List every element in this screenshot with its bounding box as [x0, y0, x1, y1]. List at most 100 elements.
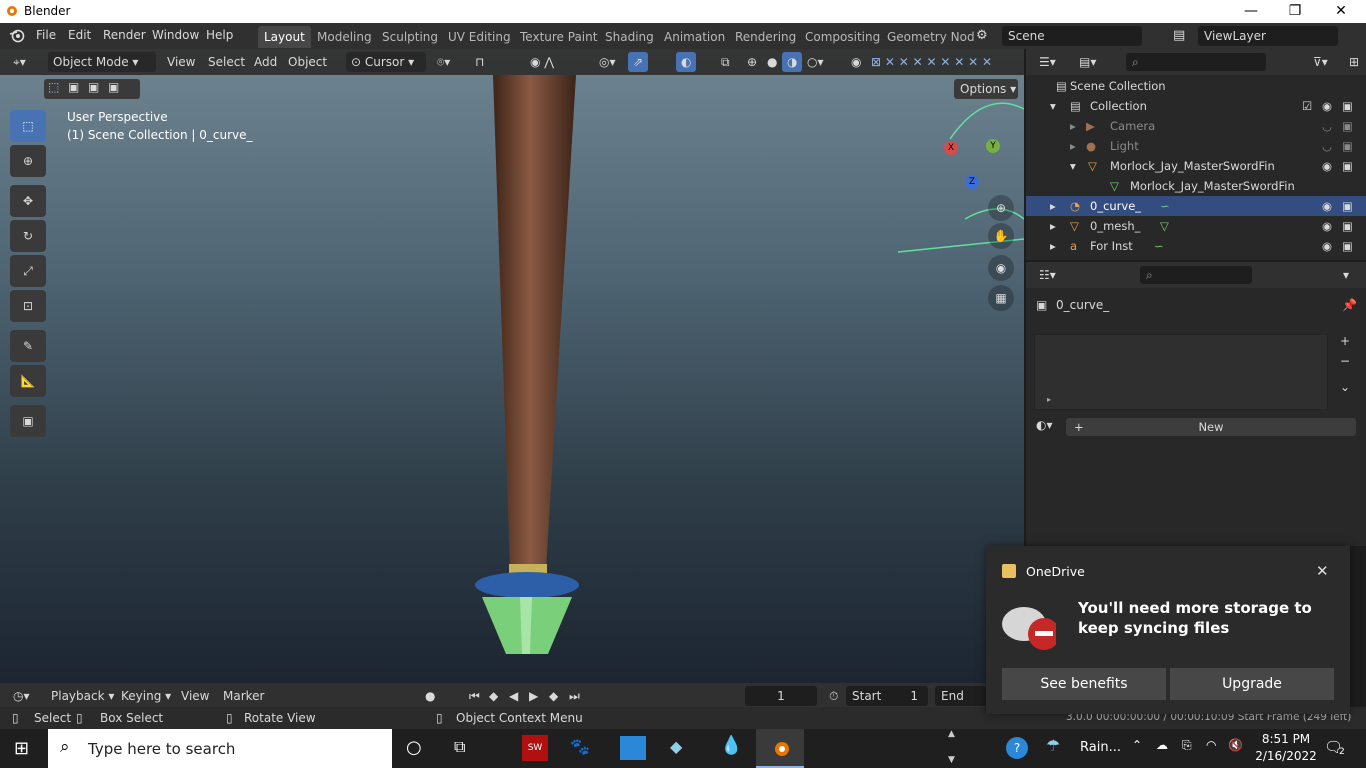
expand-arrow-icon[interactable]: ▾	[1070, 156, 1076, 176]
onedrive-tray-icon[interactable]: ☁	[1156, 738, 1168, 752]
tab-shading[interactable]: Shading	[599, 26, 660, 48]
outliner-row-mesh[interactable]: ▸ ▽ 0_mesh_ ▽ ◉ ▣	[1026, 216, 1366, 236]
pin-icon[interactable]: 📌	[1342, 298, 1357, 312]
scene-selector[interactable]: Scene	[1002, 26, 1142, 46]
marker-menu[interactable]: Marker	[218, 686, 269, 706]
outliner-editor-type-icon[interactable]: ☰▾	[1034, 52, 1061, 72]
camera-render-icon[interactable]: ▣	[1342, 96, 1353, 116]
menu-help[interactable]: Help	[206, 28, 233, 42]
camera-render-icon[interactable]: ▣	[1342, 196, 1353, 216]
remove-slot-icon[interactable]: −	[1340, 354, 1350, 368]
weather-icon[interactable]: ☂	[1046, 736, 1060, 755]
gizmo-axis-x[interactable]: X	[944, 141, 958, 155]
visibility-icon[interactable]: ◎▾	[594, 52, 621, 72]
zoom-icon[interactable]: ⊕	[988, 195, 1014, 221]
outliner-row-for-inst[interactable]: ▸ a For Inst ∽ ◉ ▣	[1026, 236, 1366, 256]
play-icon[interactable]: ▶	[524, 686, 543, 706]
paint-icon[interactable]: 💧	[720, 735, 742, 756]
wifi-icon[interactable]: ◠	[1206, 738, 1216, 752]
proportional-edit-icon[interactable]: ◉ ⋀	[525, 52, 559, 72]
menu-object[interactable]: Object	[283, 52, 332, 72]
tray-scroll-down-icon[interactable]: ▼	[948, 755, 955, 765]
playback-menu[interactable]: Playback ▾	[46, 686, 119, 706]
eye-icon[interactable]: ◉	[1322, 196, 1332, 216]
help-icon[interactable]: ?	[1006, 737, 1028, 759]
add-slot-icon[interactable]: +	[1340, 334, 1350, 348]
windows-start-icon[interactable]: ⊞	[14, 738, 29, 759]
tray-scroll-up-icon[interactable]: ▲	[948, 729, 955, 739]
minimize-button[interactable]: —	[1228, 0, 1274, 23]
menu-edit[interactable]: Edit	[68, 28, 91, 42]
tab-rendering[interactable]: Rendering	[729, 26, 802, 48]
outliner-row-camera[interactable]: ▸ ▶ Camera ◡ ▣	[1026, 116, 1366, 136]
options-dropdown[interactable]: Options ▾	[954, 79, 1018, 99]
transform-tool[interactable]: ⊡	[10, 290, 46, 322]
outliner-row-mastersword-mesh[interactable]: ▽ Morlock_Jay_MasterSwordFin	[1026, 176, 1366, 196]
toast-close-icon[interactable]: ✕	[1316, 562, 1329, 580]
clock-date[interactable]: 2/16/2022	[1252, 749, 1320, 763]
start-frame-field[interactable]: Start 1	[846, 686, 928, 706]
keying-menu[interactable]: Keying ▾	[116, 686, 176, 706]
menu-add[interactable]: Add	[249, 52, 282, 72]
record-icon[interactable]: ●	[420, 686, 440, 706]
outliner-search-input[interactable]: ⌕	[1126, 53, 1266, 71]
tab-sculpting[interactable]: Sculpting	[376, 26, 444, 48]
jump-end-icon[interactable]: ⏭	[564, 686, 585, 706]
prev-keyframe-icon[interactable]: ◆	[484, 686, 503, 706]
new-material-button[interactable]: + New	[1066, 418, 1356, 436]
next-keyframe-icon[interactable]: ◆	[544, 686, 563, 706]
select-invert-icon[interactable]: ▣	[108, 80, 119, 94]
expand-arrow-icon[interactable]: ▸	[1050, 216, 1056, 236]
camera-render-icon[interactable]: ▣	[1342, 136, 1353, 156]
material-slot-list[interactable]: ▸	[1034, 334, 1328, 410]
tab-layout[interactable]: Layout	[258, 26, 311, 48]
material-browse-icon[interactable]: ◐▾	[1036, 418, 1053, 432]
see-benefits-button[interactable]: See benefits	[1002, 668, 1166, 700]
menu-view[interactable]: View	[162, 52, 200, 72]
camera-render-icon[interactable]: ▣	[1342, 156, 1353, 176]
cortana-icon[interactable]: ○	[406, 737, 422, 758]
select-subtract-icon[interactable]: ▣	[88, 80, 99, 94]
properties-search-input[interactable]: ⌕	[1140, 266, 1252, 284]
properties-options-icon[interactable]: ▾	[1338, 265, 1354, 285]
camera-render-icon[interactable]: ▣	[1342, 216, 1353, 236]
move-tool[interactable]: ✥	[10, 185, 46, 217]
outliner-row-scene-collection[interactable]: ▤ Scene Collection	[1026, 76, 1366, 96]
slot-menu-icon[interactable]: ⌄	[1340, 380, 1350, 394]
camera-render-icon[interactable]: ▣	[1342, 116, 1353, 136]
select-extend-icon[interactable]: ▣	[68, 80, 79, 94]
wireframe-shading-icon[interactable]: ⊕	[742, 52, 762, 72]
solidworks-icon[interactable]: SW	[522, 735, 548, 761]
solid-shading-icon[interactable]: ●	[762, 52, 782, 72]
jump-start-icon[interactable]: ⏮	[464, 686, 485, 706]
mode-select[interactable]: Object Mode ▾	[48, 52, 156, 72]
properties-editor-type-icon[interactable]: ☷▾	[1034, 265, 1061, 285]
scale-tool[interactable]: ⤢	[10, 255, 46, 287]
material-shading-icon[interactable]: ◑	[782, 52, 803, 72]
tab-modeling[interactable]: Modeling	[311, 26, 378, 48]
eye-icon[interactable]: ◉	[1322, 216, 1332, 236]
volume-muted-icon[interactable]: 🔇	[1228, 738, 1243, 752]
select-box-tool[interactable]: ⬚	[10, 110, 46, 142]
tab-animation[interactable]: Animation	[658, 26, 731, 48]
new-collection-icon[interactable]: ⊞	[1344, 52, 1364, 72]
view-layer-selector[interactable]: ViewLayer	[1198, 26, 1338, 46]
rendered-shading-icon[interactable]: ○▾	[802, 52, 829, 72]
eye-closed-icon[interactable]: ◡	[1322, 116, 1332, 136]
rotate-tool[interactable]: ↻	[10, 220, 46, 252]
task-view-icon[interactable]: ⧉	[454, 737, 465, 757]
timeline-editor-type-icon[interactable]: ◷▾	[8, 686, 35, 706]
play-reverse-icon[interactable]: ◀	[504, 686, 523, 706]
tab-uv-editing[interactable]: UV Editing	[442, 26, 517, 48]
editor-type-icon[interactable]: ⌖▾	[8, 52, 31, 72]
3d-viewport[interactable]: User Perspective (1) Scene Collection | …	[0, 49, 1024, 683]
expand-arrow-icon[interactable]: ▸	[1050, 196, 1056, 216]
blender-taskbar-item[interactable]	[756, 729, 804, 768]
eye-icon[interactable]: ◉	[1322, 156, 1332, 176]
tab-geometry-nodes[interactable]: Geometry Nod	[881, 26, 981, 48]
gizmo-toggle-icon[interactable]: ⇗	[628, 52, 649, 72]
app-icon[interactable]: ◆	[670, 737, 682, 756]
upgrade-button[interactable]: Upgrade	[1170, 668, 1334, 700]
menu-window[interactable]: Window	[152, 28, 199, 42]
gizmo-axis-z[interactable]: Z	[965, 175, 979, 189]
